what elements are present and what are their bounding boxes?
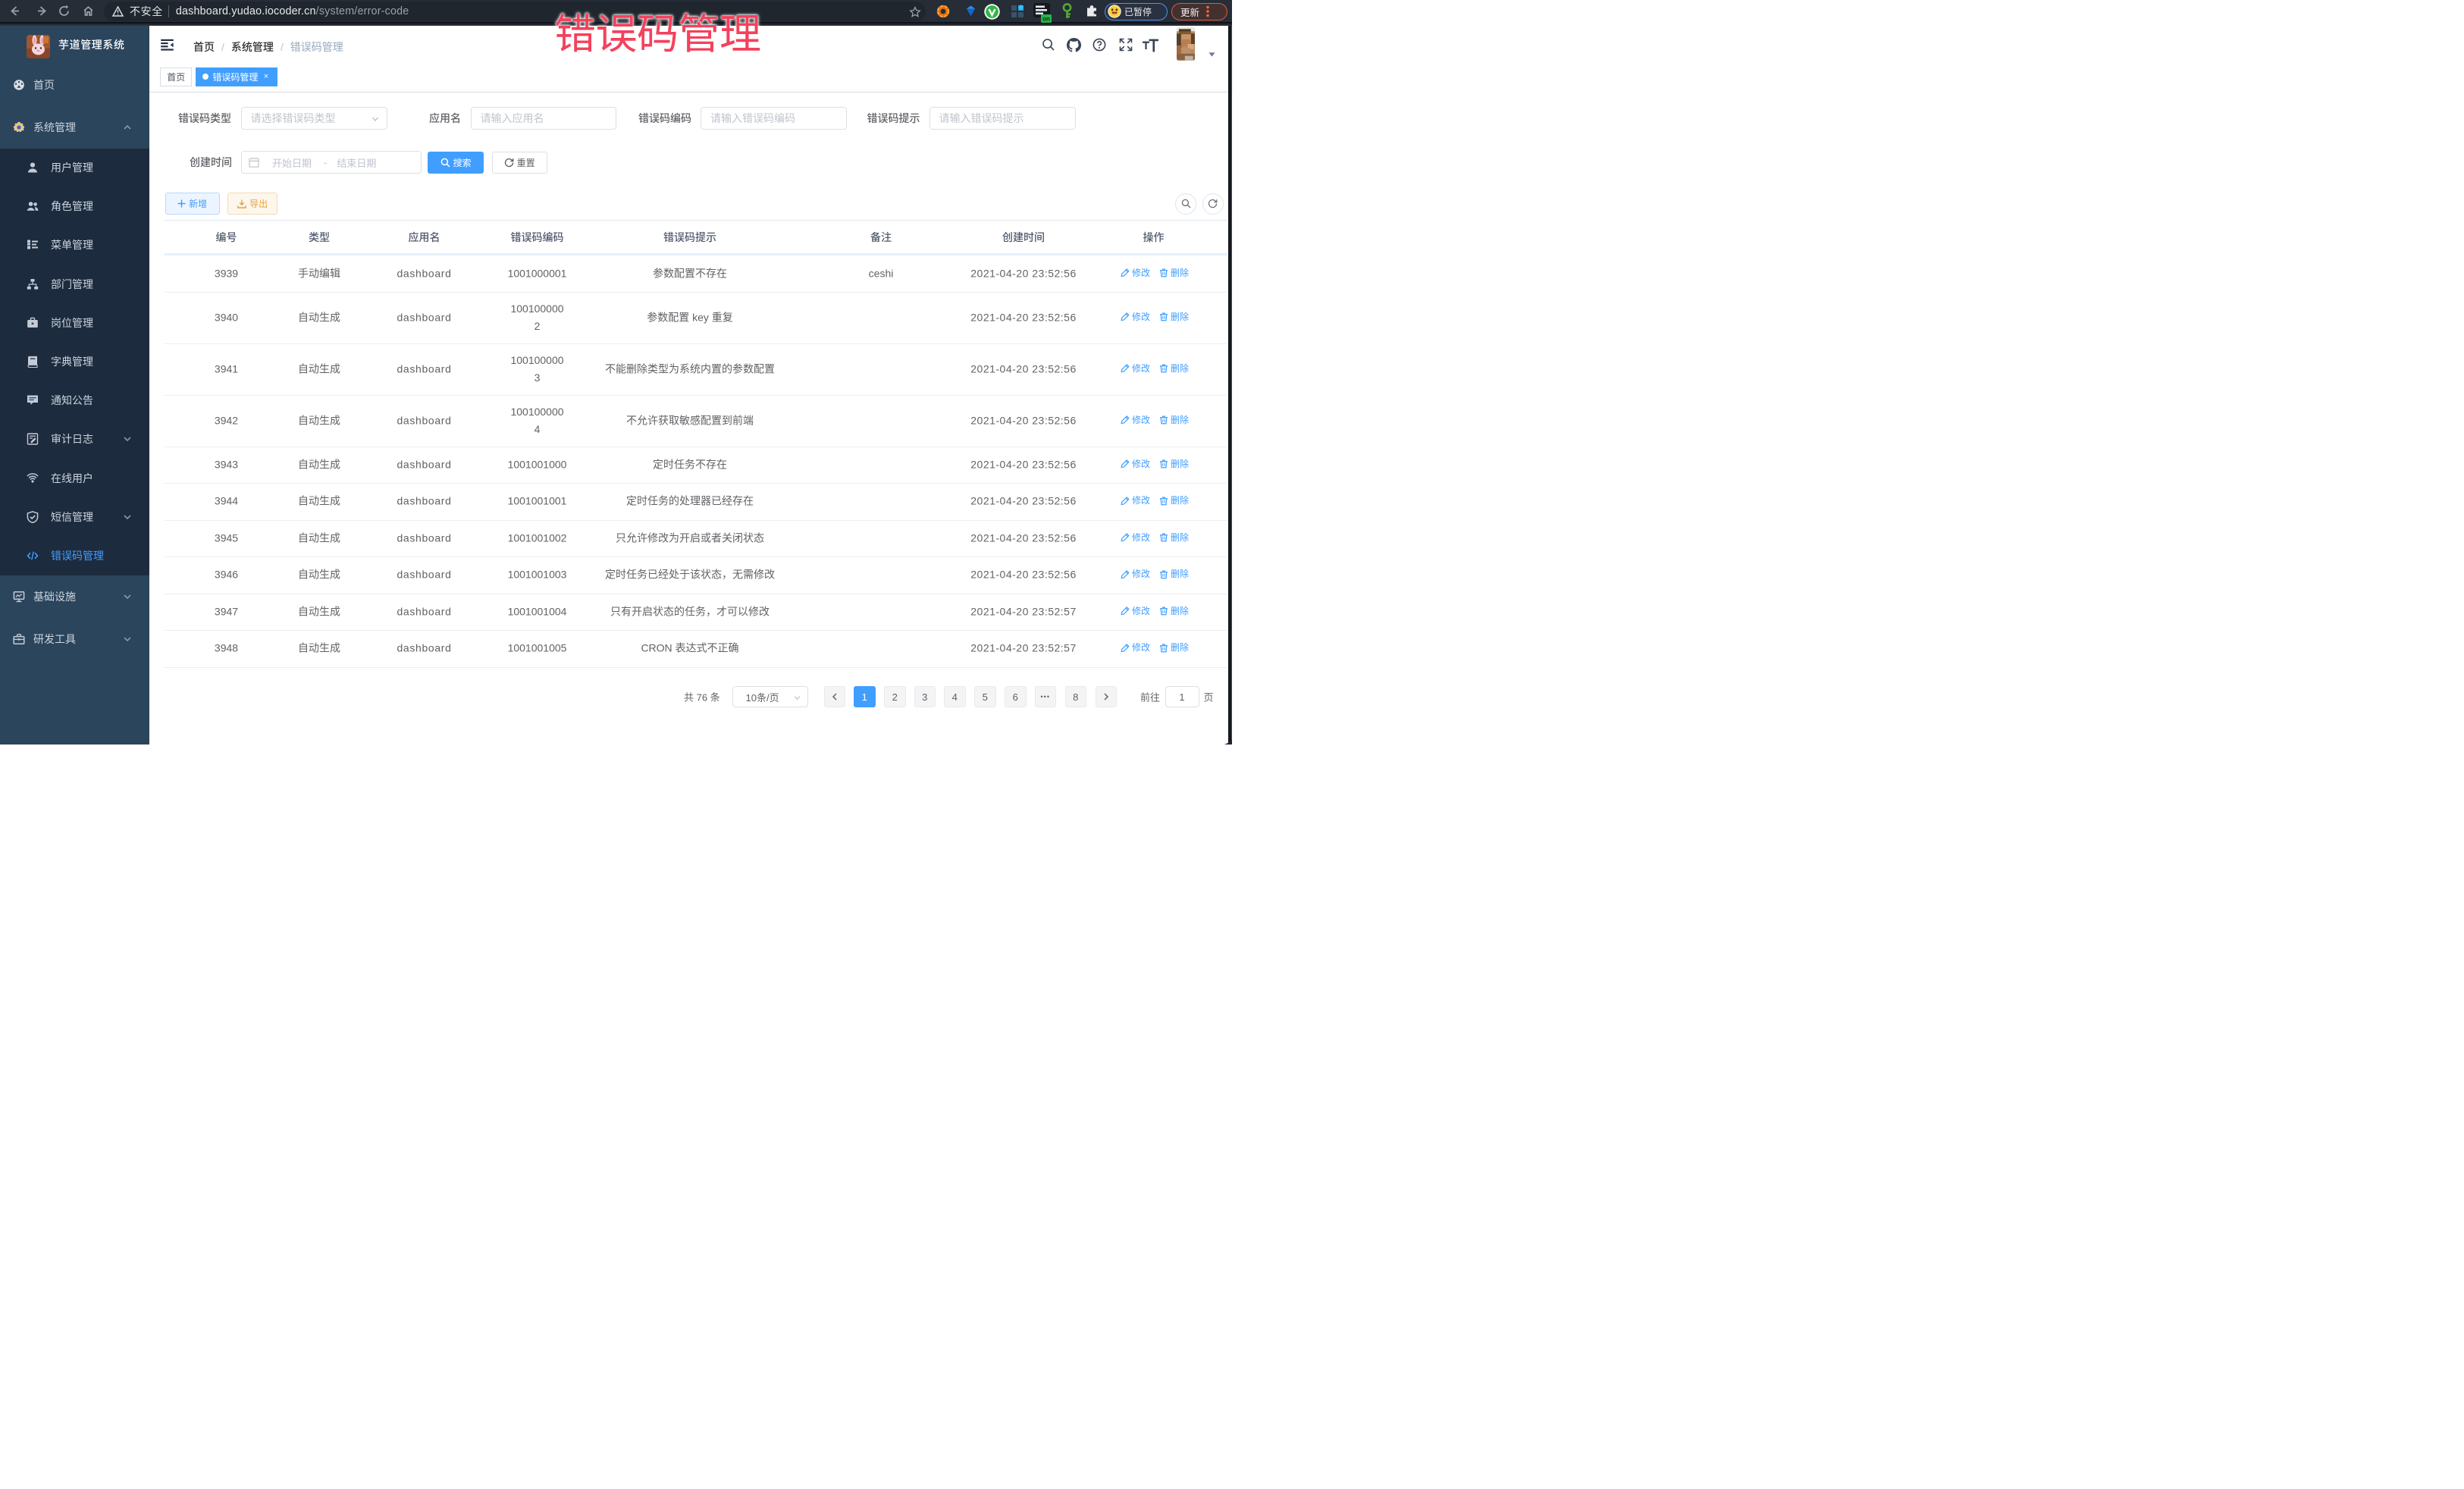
svg-text:on: on xyxy=(1042,16,1050,23)
